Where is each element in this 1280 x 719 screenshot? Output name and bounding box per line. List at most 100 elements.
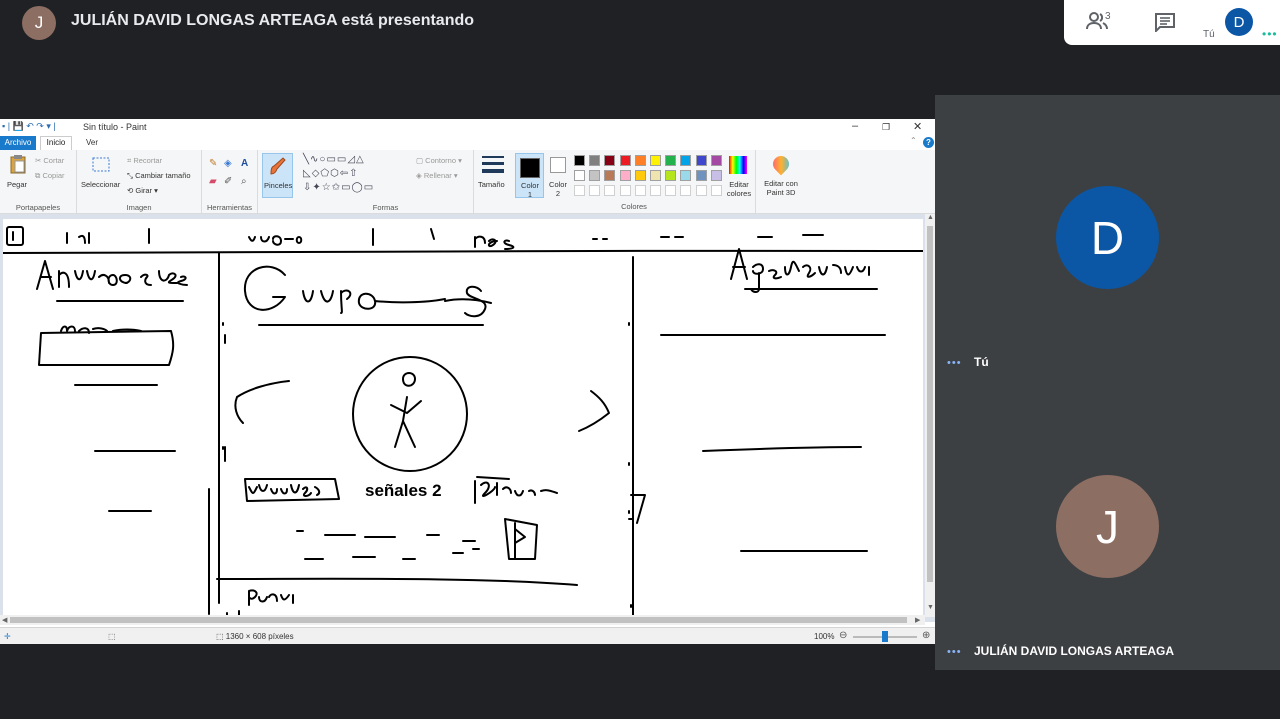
meet-screen: J JULIÁN DAVID LONGAS ARTEAGA está prese… [0,0,1280,719]
eraser-icon[interactable]: ▰ [209,176,217,187]
rainbow-icon [729,156,747,174]
drawing-canvas[interactable]: señales 2 [3,219,923,617]
window-title: Sin título - Paint [83,122,147,132]
brushes-button[interactable]: Pinceles [262,153,293,198]
shapes-row3-icon[interactable]: ⇩✦☆✩▭◯▭ [303,182,374,193]
palette-swatch[interactable] [589,155,601,166]
pencil-icon[interactable]: ✎ [209,158,217,169]
size-button[interactable]: Tamaño [474,150,512,214]
participant-name: Tú [974,355,989,369]
paint3d-icon [769,152,793,176]
palette-swatch-empty[interactable] [695,185,707,196]
palette-swatch[interactable] [619,155,631,166]
paint-window: ▪ | 💾 ↶ ↷ ▾ | Sin título - Paint – ❐ ✕ A… [0,119,935,644]
palette-swatch[interactable] [665,170,677,181]
palette-swatch-empty[interactable] [680,185,692,196]
rotate-label: Girar [135,186,153,195]
palette-swatch[interactable] [574,155,585,166]
palette-swatch[interactable] [634,170,646,181]
select-icon[interactable] [91,155,111,175]
color1-button[interactable]: Color 1 [515,153,544,199]
horizontal-scrollbar[interactable]: ◀ ▶ [0,615,925,625]
scroll-right-icon[interactable]: ▶ [915,616,920,624]
copy-button[interactable]: ⧉ Copiar [35,171,65,181]
status-bar: ✛ ⬚ ⬚ 1360 × 608 píxeles 100% ⊖ ⊕ [0,627,935,644]
palette-swatch[interactable] [695,170,707,181]
rotate-button[interactable]: ⟲ Girar ▾ [127,186,158,195]
palette-swatch-empty[interactable] [604,185,616,196]
palette-swatch-empty[interactable] [619,185,631,196]
cut-label: Cortar [43,156,65,165]
color2-button[interactable]: Color 2 [545,153,572,198]
outline-label: Contorno [425,156,457,165]
palette-swatch[interactable] [710,170,722,181]
group-formas: ╲∿○▭▭◿△ ◺◇⬠⬡⇦⇧ ⇩✦☆✩▭◯▭ ▢ Contorno ▾ ◈ Re… [298,150,474,214]
resize-button[interactable]: ⤡ Cambiar tamaño [127,171,191,181]
resize-label: Cambiar tamaño [135,171,191,180]
self-avatar[interactable]: D [1225,8,1253,36]
cut-button[interactable]: ✂ Cortar [35,156,64,165]
palette-swatch[interactable] [680,155,692,166]
paste-icon[interactable] [8,154,28,174]
help-icon[interactable]: ? [923,137,934,148]
quick-access-toolbar-icon[interactable]: ▪ | 💾 ↶ ↷ ▾ | [2,121,56,132]
edit-colors-label: Editar colores [726,180,752,198]
palette-swatch-empty[interactable] [589,185,601,196]
zoom-slider-thumb[interactable] [882,631,888,642]
text-icon[interactable]: A [241,158,248,169]
minimize-button[interactable]: – [852,120,858,132]
palette-swatch-empty[interactable] [634,185,646,196]
shapes-row2-icon[interactable]: ◺◇⬠⬡⇦⇧ [303,168,359,179]
self-audio-indicator-icon: ••• [1262,27,1278,41]
tab-archivo[interactable]: Archivo [0,136,36,150]
tab-ver[interactable]: Ver [86,136,98,150]
vertical-scrollbar[interactable]: ▲ ▼ [925,214,935,617]
crop-button[interactable]: ⌗ Recortar [127,156,162,166]
fill-icon[interactable]: ◈ [224,158,232,169]
scroll-up-icon[interactable]: ▲ [927,214,934,221]
shapes-row1-icon[interactable]: ╲∿○▭▭◿△ [303,154,365,165]
scroll-down-icon[interactable]: ▼ [927,604,934,611]
tab-inicio[interactable]: Inicio [40,136,72,150]
color-picker-icon[interactable]: ✐ [224,176,232,187]
palette-swatch-empty[interactable] [665,185,677,196]
palette-swatch[interactable] [680,170,692,181]
zoom-out-icon[interactable]: ⊖ [839,630,847,641]
group-herramientas: ✎ ◈ A ▰ ✐ ⌕ Herramientas [202,150,258,214]
copy-label: Copiar [42,171,65,180]
horizontal-scroll-thumb[interactable] [10,617,907,623]
palette-swatch[interactable] [710,155,722,166]
palette-swatch[interactable] [650,155,661,166]
zoom-in-icon[interactable]: ⊕ [922,630,930,641]
group-portapapeles: Pegar ✂ Cortar ⧉ Copiar Portapapeles [0,150,77,214]
palette-swatch[interactable] [650,170,661,181]
palette-swatch[interactable] [665,155,677,166]
magnifier-icon[interactable]: ⌕ [241,176,247,187]
palette-swatch[interactable] [604,170,616,181]
color2-swatch [550,157,566,173]
palette-swatch[interactable] [574,170,585,181]
collapse-ribbon-icon[interactable]: ⌃ [910,136,917,145]
palette-swatch[interactable] [634,155,646,166]
palette-swatch[interactable] [589,170,601,181]
palette-swatch-empty[interactable] [710,185,722,196]
audio-indicator-icon: ••• [947,357,962,369]
scroll-left-icon[interactable]: ◀ [2,616,7,624]
palette-swatch-empty[interactable] [650,185,661,196]
select-button[interactable]: Seleccionar [81,180,120,189]
outline-button[interactable]: ▢ Contorno ▾ [416,156,462,165]
edit-colors-button[interactable]: Editar colores [724,153,754,198]
close-button[interactable]: ✕ [913,120,922,133]
restore-button[interactable]: ❐ [882,122,890,133]
brushes-label: Pinceles [264,181,293,190]
menu-tabs: Archivo Inicio Ver ⌃ ? [0,136,935,150]
palette-swatch[interactable] [695,155,707,166]
palette-swatch-empty[interactable] [574,185,585,196]
palette-swatch[interactable] [604,155,616,166]
vertical-scroll-thumb[interactable] [927,226,933,582]
palette-swatch[interactable] [619,170,631,181]
chat-icon[interactable] [1154,12,1176,32]
paint3d-button[interactable]: Editar con Paint 3D [755,150,805,214]
paste-button[interactable]: Pegar [7,180,27,189]
fill-shape-button[interactable]: ◈ Rellenar ▾ [416,171,458,180]
